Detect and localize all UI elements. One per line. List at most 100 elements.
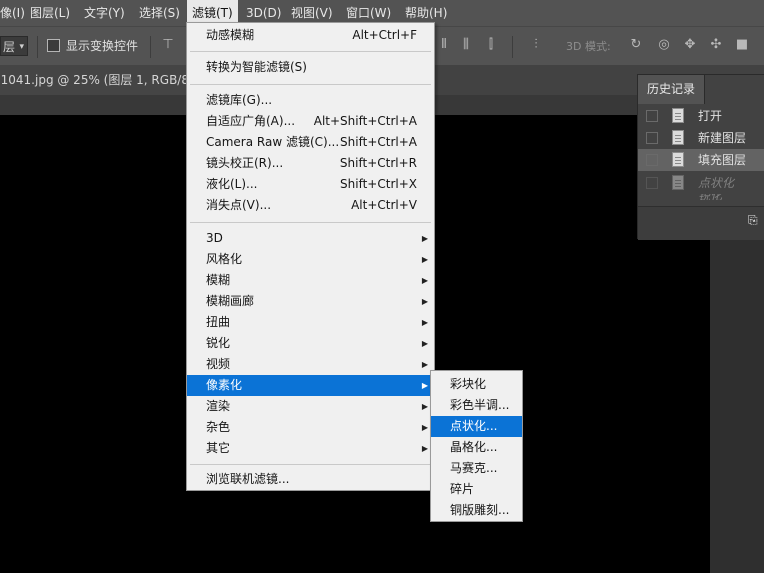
snapshot-checkbox[interactable]: [646, 110, 658, 122]
history-panel-tab[interactable]: 历史记录: [638, 75, 705, 104]
menu-item-label: 镜头校正(R)...: [206, 156, 284, 170]
menu-item-label: 杂色: [206, 420, 231, 434]
menu-item-label: 3D: [206, 231, 223, 245]
submenu-arrow-icon: ▶: [421, 318, 428, 327]
menu-item-label: 扭曲: [206, 315, 231, 329]
history-step-label: 点状化: [698, 176, 735, 190]
menu-item-distort[interactable]: 扭曲 ▶: [187, 312, 434, 333]
new-document-icon[interactable]: ⎘: [748, 213, 758, 228]
submenu-item-mezzotint[interactable]: 铜版雕刻...: [431, 500, 522, 521]
show-transform-checkbox[interactable]: [47, 39, 60, 52]
menu-type[interactable]: 文字(Y): [84, 0, 125, 26]
menu-separator: [190, 51, 431, 52]
document-tab-title: 41041.jpg @ 25% (图层 1, RGB/8) *: [0, 73, 186, 87]
menu-image[interactable]: 像(I): [0, 0, 25, 26]
menu-item-vanishing-point[interactable]: 消失点(V)... Alt+Ctrl+V: [187, 195, 434, 216]
menu-item-shortcut: Alt+Ctrl+F: [352, 28, 417, 42]
menu-item-render[interactable]: 渲染 ▶: [187, 396, 434, 417]
menu-item-noise[interactable]: 杂色 ▶: [187, 417, 434, 438]
document-icon: [672, 152, 684, 167]
menu-item-camera-raw[interactable]: Camera Raw 滤镜(C)... Shift+Ctrl+A: [187, 132, 434, 153]
layer-select-value: 层: [3, 40, 16, 54]
menu-item-other[interactable]: 其它 ▶: [187, 438, 434, 459]
menu-item-blur[interactable]: 模糊 ▶: [187, 270, 434, 291]
menu-item-blur-gallery[interactable]: 模糊画廊 ▶: [187, 291, 434, 312]
menu-item-video[interactable]: 视频 ▶: [187, 354, 434, 375]
menu-item-motion-blur[interactable]: 动感模糊 Alt+Ctrl+F: [187, 25, 434, 46]
history-step[interactable]: 打开: [638, 105, 764, 127]
menu-item-3d[interactable]: 3D ▶: [187, 228, 434, 249]
menu-item-shortcut: Alt+Ctrl+V: [351, 198, 417, 212]
submenu-arrow-icon: ▶: [421, 276, 428, 285]
distribute-left-icon[interactable]: ⫴: [436, 37, 452, 53]
submenu-item-color-halftone[interactable]: 彩色半调...: [431, 395, 522, 416]
menu-item-pixelate[interactable]: 像素化 ▶: [187, 375, 434, 396]
document-icon: [672, 108, 684, 123]
menu-item-label: 其它: [206, 441, 231, 455]
submenu-item-label: 彩色半调...: [450, 398, 510, 412]
history-step[interactable]: 点状化: [638, 172, 764, 194]
history-step[interactable]: 锐化: [638, 194, 764, 200]
submenu-arrow-icon: ▶: [421, 402, 428, 411]
submenu-arrow-icon: ▶: [421, 381, 428, 390]
menu-item-label: 浏览联机滤镜...: [206, 472, 290, 486]
history-step-selected[interactable]: 填充图层: [638, 149, 764, 171]
menu-item-label: Camera Raw 滤镜(C)...: [206, 135, 340, 149]
menu-separator: [190, 84, 431, 85]
submenu-arrow-icon: ▶: [421, 444, 428, 453]
submenu-arrow-icon: ▶: [421, 234, 428, 243]
menu-select[interactable]: 选择(S): [139, 0, 180, 26]
submenu-item-label: 彩块化: [450, 377, 487, 391]
distribute-center-icon[interactable]: ⫼: [458, 37, 474, 53]
divider: [512, 36, 513, 58]
document-tab[interactable]: 41041.jpg @ 25% (图层 1, RGB/8) *: [0, 65, 187, 95]
align-top-icon[interactable]: ⊤: [160, 37, 176, 53]
menu-separator: [190, 464, 431, 465]
menu-item-stylize[interactable]: 风格化 ▶: [187, 249, 434, 270]
drag-3d-icon[interactable]: ✥: [682, 37, 698, 53]
menu-item-convert-smart-filter[interactable]: 转换为智能滤镜(S): [187, 57, 434, 78]
pixelate-submenu: 彩块化 彩色半调... 点状化... 晶格化... 马赛克... 碎片 铜版雕刻…: [430, 370, 523, 522]
submenu-item-facet[interactable]: 彩块化: [431, 374, 522, 395]
layer-select[interactable]: 层 ▾: [0, 36, 28, 56]
video-camera-icon[interactable]: ■: [734, 37, 750, 53]
menu-separator: [190, 222, 431, 223]
document-icon: [672, 175, 684, 190]
menu-item-shortcut: Alt+Shift+Ctrl+A: [313, 114, 417, 128]
menu-item-label: 视频: [206, 357, 231, 371]
history-step[interactable]: 新建图层: [638, 127, 764, 149]
submenu-arrow-icon: ▶: [421, 423, 428, 432]
menu-item-label: 模糊: [206, 273, 231, 287]
distribute-right-icon[interactable]: ⫿: [483, 37, 499, 53]
submenu-item-mosaic[interactable]: 马赛克...: [431, 458, 522, 479]
menu-layer[interactable]: 图层(L): [30, 0, 70, 26]
history-step-label: 填充图层: [698, 153, 747, 167]
menu-item-shortcut: Shift+Ctrl+A: [340, 135, 417, 149]
mode-3d-label: 3D 模式:: [566, 40, 611, 53]
menu-item-label: 风格化: [206, 252, 243, 266]
menu-item-liquify[interactable]: 液化(L)... Shift+Ctrl+X: [187, 174, 434, 195]
history-step-label: 新建图层: [698, 131, 747, 145]
auto-align-icon[interactable]: ⫶: [528, 37, 544, 53]
rotate-3d-icon[interactable]: ↻: [628, 37, 644, 53]
show-transform-label: 显示变换控件: [66, 39, 139, 53]
menu-item-sharpen[interactable]: 锐化 ▶: [187, 333, 434, 354]
roll-3d-icon[interactable]: ◎: [656, 37, 672, 53]
submenu-item-label: 马赛克...: [450, 461, 498, 475]
menu-item-lens-correction[interactable]: 镜头校正(R)... Shift+Ctrl+R: [187, 153, 434, 174]
submenu-item-label: 碎片: [450, 482, 475, 496]
snapshot-checkbox[interactable]: [646, 177, 658, 189]
menu-item-label: 锐化: [206, 336, 231, 350]
snapshot-checkbox[interactable]: [646, 132, 658, 144]
snapshot-checkbox[interactable]: [646, 154, 658, 166]
divider: [37, 36, 38, 58]
submenu-item-pointillize[interactable]: 点状化...: [431, 416, 522, 437]
slide-3d-icon[interactable]: ✣: [708, 37, 724, 53]
submenu-item-fragment[interactable]: 碎片: [431, 479, 522, 500]
submenu-arrow-icon: ▶: [421, 360, 428, 369]
submenu-item-crystallize[interactable]: 晶格化...: [431, 437, 522, 458]
menu-item-adaptive-wide-angle[interactable]: 自适应广角(A)... Alt+Shift+Ctrl+A: [187, 111, 434, 132]
submenu-item-label: 铜版雕刻...: [450, 503, 510, 517]
menu-item-browse-online-filters[interactable]: 浏览联机滤镜...: [187, 469, 434, 490]
menu-item-filter-gallery[interactable]: 滤镜库(G)...: [187, 90, 434, 111]
